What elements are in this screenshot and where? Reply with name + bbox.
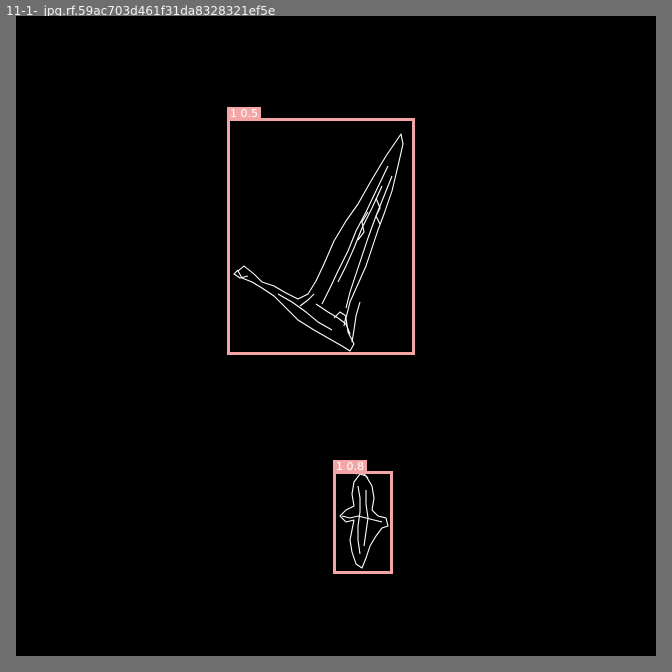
image-viewer-window: 11-1-_jpg.rf.59ac703d461f31da8328321ef5e: [0, 0, 672, 672]
detection-label-1: 1 0.5: [227, 107, 261, 121]
detection-box-2: 1 0.8: [333, 460, 393, 574]
detection-box-1: 1 0.5: [227, 107, 415, 355]
image-canvas: 1 0.5 1 0.8: [16, 16, 656, 656]
detection-label-2: 1 0.8: [333, 460, 367, 474]
